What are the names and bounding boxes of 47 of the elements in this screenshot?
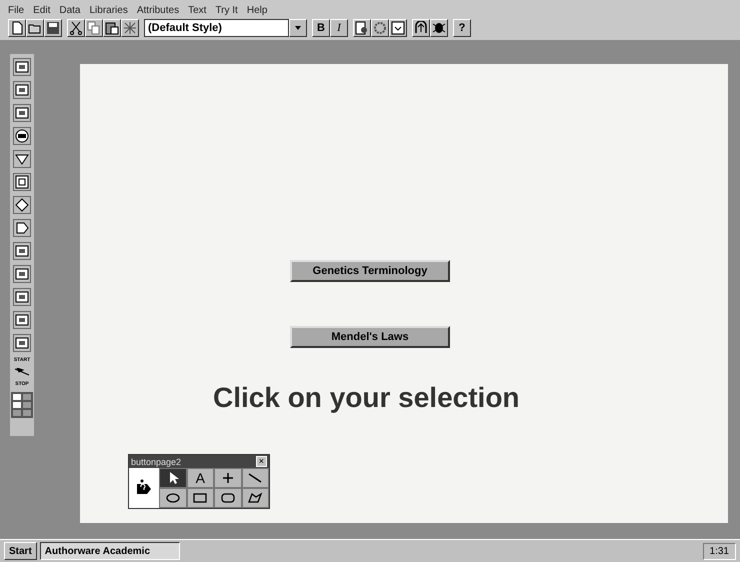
oval-icon: [164, 492, 181, 504]
button-preview-icon: [129, 468, 159, 508]
diamond-icon[interactable]: [13, 196, 31, 214]
menu-item[interactable]: Try It: [215, 4, 238, 16]
color-grid: [11, 392, 33, 418]
rect-icon: [192, 492, 208, 504]
line-tool[interactable]: [242, 468, 269, 488]
rect-tool[interactable]: [186, 488, 214, 508]
flag-icon[interactable]: [14, 368, 30, 376]
arrow-tool[interactable]: [159, 468, 186, 488]
text-tool[interactable]: A: [186, 468, 214, 488]
topic-button[interactable]: Genetics Terminology: [290, 260, 450, 282]
open-folder-icon[interactable]: [26, 19, 44, 37]
style-dropdown[interactable]: (Default Style): [144, 19, 289, 37]
oval-tool[interactable]: [159, 488, 186, 508]
window-icon[interactable]: [389, 19, 407, 37]
window-title: buttonpage2: [131, 456, 182, 466]
bug-icon[interactable]: [430, 19, 448, 37]
clock: 1:31: [702, 542, 736, 560]
italic-button[interactable]: I: [330, 19, 348, 37]
taskbar-button[interactable]: Authorware Academic: [40, 542, 180, 560]
help-button[interactable]: ?: [453, 19, 471, 37]
copy-icon[interactable]: [85, 19, 103, 37]
paste-icon[interactable]: [103, 19, 121, 37]
line-icon: [247, 472, 264, 484]
menu-item[interactable]: Libraries: [89, 4, 128, 16]
start-button[interactable]: Start: [4, 542, 37, 560]
bold-button[interactable]: B: [312, 19, 330, 37]
polygon-icon: [247, 492, 264, 504]
clear-icon[interactable]: [121, 19, 139, 37]
rounded-tool[interactable]: [214, 488, 242, 508]
pattern-icon[interactable]: [371, 19, 389, 37]
menu-item[interactable]: Text: [188, 4, 206, 16]
new-file-icon[interactable]: [8, 19, 26, 37]
prompt-text: Click on your selection: [213, 382, 520, 414]
save-icon[interactable]: [44, 19, 62, 37]
menu-item[interactable]: Edit: [33, 4, 50, 16]
cut-icon[interactable]: [67, 19, 85, 37]
topic-button[interactable]: Mendel's Laws: [290, 326, 450, 348]
rounded-icon: [220, 492, 236, 504]
polygon-tool[interactable]: [242, 488, 269, 508]
cross-tool[interactable]: [214, 468, 242, 488]
menu-item[interactable]: File: [8, 4, 24, 16]
menu-item[interactable]: Help: [246, 4, 268, 16]
menu-item[interactable]: Attributes: [136, 4, 180, 16]
close-button[interactable]: ×: [256, 456, 267, 467]
menu-item[interactable]: Data: [59, 4, 80, 16]
